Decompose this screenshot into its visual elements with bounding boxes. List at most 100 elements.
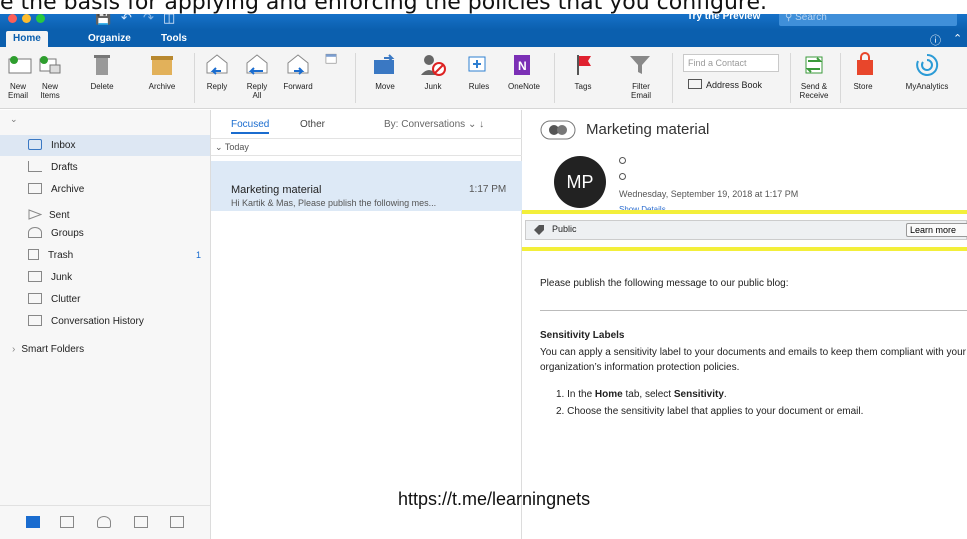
svg-text:N: N bbox=[518, 59, 527, 73]
avatar[interactable]: MP bbox=[554, 156, 606, 208]
notes-icon[interactable] bbox=[170, 516, 184, 528]
maximize-window-button[interactable] bbox=[36, 14, 45, 23]
address-book-icon bbox=[688, 79, 702, 89]
forward-icon bbox=[287, 54, 309, 75]
calendar-icon[interactable] bbox=[60, 516, 74, 528]
sidebar-item-inbox[interactable]: Inbox bbox=[0, 135, 210, 156]
store-icon bbox=[857, 52, 873, 75]
close-window-button[interactable] bbox=[8, 14, 17, 23]
message-list-item[interactable]: Marketing material 1:17 PM Hi Kartik & M… bbox=[211, 161, 522, 211]
onenote-button[interactable]: N OneNote bbox=[506, 51, 542, 91]
sidebar-item-smart-folders[interactable]: › Smart Folders bbox=[12, 344, 84, 355]
chevron-down-icon: ⌄ bbox=[215, 142, 225, 152]
store-button[interactable]: Store bbox=[851, 51, 875, 91]
sort-direction-icon[interactable]: ↓ bbox=[479, 119, 484, 130]
tab-other[interactable]: Other bbox=[300, 119, 325, 130]
folder-icon bbox=[28, 293, 42, 304]
junk-icon bbox=[421, 55, 446, 76]
message-preview: Hi Kartik & Mas, Please publish the foll… bbox=[231, 198, 437, 208]
tags-button[interactable]: Tags bbox=[570, 51, 596, 91]
module-switcher bbox=[0, 505, 210, 539]
archive-button[interactable]: Archive bbox=[146, 51, 178, 91]
trash-icon bbox=[94, 55, 110, 75]
sidebar-item-clutter[interactable]: Clutter bbox=[28, 289, 211, 310]
email-subject: Marketing material bbox=[586, 121, 710, 138]
filter-icon bbox=[630, 56, 650, 74]
tab-organize[interactable]: Organize bbox=[81, 31, 138, 47]
sent-icon bbox=[28, 201, 43, 220]
myanalytics-icon bbox=[916, 53, 939, 76]
sidebar-item-archive[interactable]: Archive bbox=[28, 179, 211, 200]
tab-focused[interactable]: Focused bbox=[231, 119, 270, 134]
list-item: 2. Choose the sensitivity label that app… bbox=[556, 406, 864, 417]
reading-pane: Marketing material MP Wednesday, Septemb… bbox=[522, 110, 967, 539]
chevron-down-icon: ⌄ bbox=[467, 119, 477, 130]
message-time: 1:17 PM bbox=[469, 184, 507, 195]
move-folder-icon bbox=[374, 54, 395, 74]
people-icon[interactable] bbox=[97, 516, 111, 528]
myanalytics-button[interactable]: MyAnalytics bbox=[897, 51, 957, 91]
folder-icon bbox=[28, 315, 42, 326]
ribbon-separator bbox=[554, 53, 555, 103]
reply-button[interactable]: Reply bbox=[203, 51, 231, 91]
unread-count-badge: 1 bbox=[195, 250, 201, 260]
sort-dropdown[interactable]: By: Conversations ⌄ ↓ bbox=[384, 119, 484, 130]
ribbon-separator bbox=[840, 53, 841, 103]
ribbon-separator bbox=[672, 53, 673, 103]
junk-button[interactable]: Junk bbox=[418, 51, 448, 91]
new-email-icon bbox=[8, 56, 32, 74]
archive-icon bbox=[151, 56, 173, 75]
tab-home[interactable]: Home bbox=[6, 31, 48, 47]
reply-all-button[interactable]: Reply All bbox=[240, 51, 274, 100]
address-book-button[interactable]: Address Book bbox=[688, 79, 762, 91]
ribbon-separator bbox=[194, 53, 195, 103]
sidebar-item-sent[interactable]: Sent bbox=[28, 201, 211, 222]
body-intro: Please publish the following message to … bbox=[540, 278, 789, 289]
groups-icon bbox=[28, 227, 42, 238]
drafts-icon bbox=[28, 161, 42, 172]
email-date: Wednesday, September 19, 2018 at 1:17 PM bbox=[619, 189, 799, 199]
group-header-today[interactable]: ⌄ Today bbox=[211, 138, 522, 156]
flag-icon bbox=[577, 55, 591, 75]
sidebar-item-trash[interactable]: Trash 1 bbox=[28, 245, 211, 266]
sidebar-item-conversation-history[interactable]: Conversation History bbox=[28, 311, 211, 332]
list-item: 1. In the Home tab, select Sensitivity. bbox=[556, 389, 727, 400]
sidebar-item-junk[interactable]: Junk bbox=[28, 267, 211, 288]
calendar-icon bbox=[325, 53, 337, 64]
minimize-window-button[interactable] bbox=[22, 14, 31, 23]
forward-button[interactable]: Forward bbox=[280, 51, 316, 91]
folder-sidebar: ⌄ Inbox Drafts Archive Sent Groups Trash… bbox=[0, 110, 211, 539]
new-email-button[interactable]: New Email bbox=[6, 51, 32, 100]
highlight-box bbox=[522, 210, 967, 251]
inbox-icon bbox=[28, 139, 42, 150]
message-subject: Marketing material bbox=[231, 184, 322, 196]
filter-email-button[interactable]: Filter Email bbox=[626, 51, 656, 100]
find-contact-input[interactable]: Find a Contact bbox=[683, 54, 779, 72]
ribbon-tabs: Home Organize Tools ⓘ ⌃ bbox=[0, 30, 967, 47]
help-icon[interactable]: ⓘ bbox=[930, 32, 941, 48]
send-receive-button[interactable]: Send & Receive bbox=[797, 51, 831, 100]
caption-text: e the basis for applying and enforcing t… bbox=[0, 0, 967, 14]
trash-icon bbox=[28, 249, 39, 260]
new-items-button[interactable]: New Items bbox=[35, 51, 65, 100]
mail-icon[interactable] bbox=[26, 516, 40, 528]
delete-button[interactable]: Delete bbox=[87, 51, 117, 91]
ribbon-separator bbox=[355, 53, 356, 103]
recipient-status-icon bbox=[619, 173, 626, 180]
sidebar-item-groups[interactable]: Groups bbox=[28, 223, 211, 244]
archive-icon bbox=[28, 183, 42, 194]
sidebar-item-drafts[interactable]: Drafts bbox=[28, 157, 211, 178]
new-items-icon bbox=[39, 56, 61, 74]
account-collapse-icon[interactable]: ⌄ bbox=[10, 114, 18, 125]
tasks-icon[interactable] bbox=[134, 516, 148, 528]
onenote-icon: N bbox=[514, 55, 530, 75]
rules-button[interactable]: Rules bbox=[464, 51, 494, 91]
move-button[interactable]: Move bbox=[370, 51, 400, 91]
reply-all-icon bbox=[246, 54, 268, 75]
section-heading: Sensitivity Labels bbox=[540, 330, 625, 341]
divider bbox=[540, 310, 967, 311]
message-list: Focused Other By: Conversations ⌄ ↓ ⌄ To… bbox=[211, 110, 522, 539]
meeting-button[interactable] bbox=[323, 51, 343, 72]
tab-tools[interactable]: Tools bbox=[154, 31, 194, 47]
collapse-ribbon-icon[interactable]: ⌃ bbox=[953, 32, 962, 45]
